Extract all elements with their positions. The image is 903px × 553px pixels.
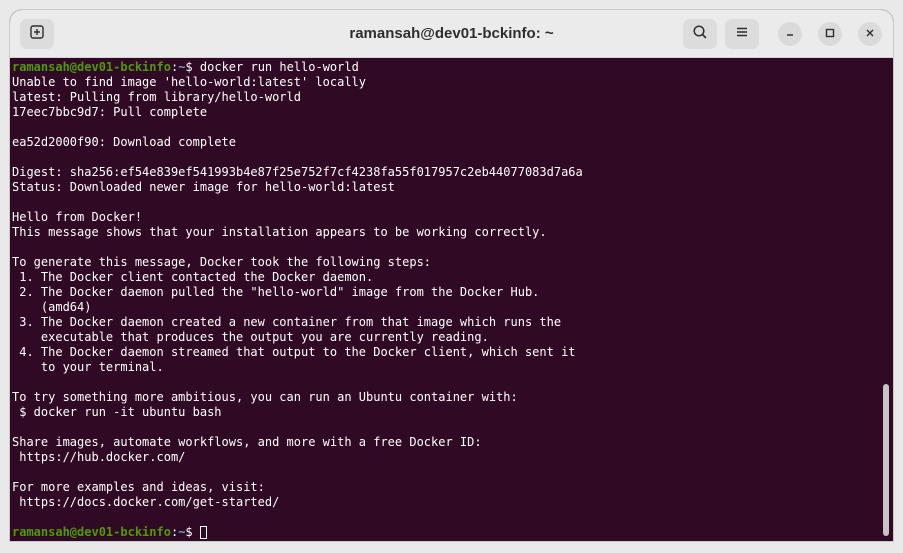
close-icon xyxy=(865,25,875,43)
command-text: docker run hello-world xyxy=(199,60,359,74)
prompt-symbol: $ xyxy=(185,60,193,74)
title-bar[interactable]: ramansah@dev01-bckinfo: ~ xyxy=(10,10,893,58)
command-line: ramansah@dev01-bckinfo:~$ docker run hel… xyxy=(12,60,359,74)
output-line: 17eec7bbc9d7: Pull complete xyxy=(12,105,208,119)
close-button[interactable] xyxy=(858,22,882,46)
maximize-button[interactable] xyxy=(818,22,842,46)
hamburger-menu-icon xyxy=(735,25,749,44)
prompt-user-host: ramansah@dev01-bckinfo xyxy=(12,525,171,539)
terminal-output[interactable]: ramansah@dev01-bckinfo:~$ docker run hel… xyxy=(12,60,883,541)
output-line: Hello from Docker! xyxy=(12,210,143,224)
output-line: to your terminal. xyxy=(12,360,164,374)
maximize-icon xyxy=(825,25,835,43)
output-line: To generate this message, Docker took th… xyxy=(12,255,432,269)
scrollbar-thumb[interactable] xyxy=(883,384,889,536)
output-line: Share images, automate workflows, and mo… xyxy=(12,435,482,449)
output-line: latest: Pulling from library/hello-world xyxy=(12,90,301,104)
output-line: ea52d2000f90: Download complete xyxy=(12,135,236,149)
output-line: https://docs.docker.com/get-started/ xyxy=(12,495,280,509)
active-prompt-line[interactable]: ramansah@dev01-bckinfo:~$ xyxy=(12,525,883,540)
output-line: Digest: sha256:ef54e839ef541993b4e87f25e… xyxy=(12,165,583,179)
output-line: executable that produces the output you … xyxy=(12,330,489,344)
menu-button[interactable] xyxy=(725,19,759,49)
text-cursor xyxy=(199,526,207,539)
output-line: Status: Downloaded newer image for hello… xyxy=(12,180,395,194)
search-button[interactable] xyxy=(683,19,717,49)
output-line: 4. The Docker daemon streamed that outpu… xyxy=(12,345,576,359)
output-lines: Unable to find image 'hello-world:latest… xyxy=(12,75,883,525)
output-line: $ docker run -it ubuntu bash xyxy=(12,405,222,419)
output-line: 1. The Docker client contacted the Docke… xyxy=(12,270,374,284)
output-line: For more examples and ideas, visit: xyxy=(12,480,265,494)
search-icon xyxy=(692,24,708,45)
prompt-symbol: $ xyxy=(185,525,193,539)
window-title: ramansah@dev01-bckinfo: ~ xyxy=(349,25,554,42)
output-line: 2. The Docker daemon pulled the "hello-w… xyxy=(12,285,540,299)
minimize-icon xyxy=(785,25,795,43)
prompt-user-host: ramansah@dev01-bckinfo xyxy=(12,60,171,74)
terminal-window: ramansah@dev01-bckinfo: ~ ramansah@dev01… xyxy=(10,10,893,541)
output-line: (amd64) xyxy=(12,300,92,314)
output-line: This message shows that your installatio… xyxy=(12,225,547,239)
output-line: To try something more ambitious, you can… xyxy=(12,390,518,404)
output-line: 3. The Docker daemon created a new conta… xyxy=(12,315,562,329)
output-line: https://hub.docker.com/ xyxy=(12,450,186,464)
output-line: Unable to find image 'hello-world:latest… xyxy=(12,75,367,89)
minimize-button[interactable] xyxy=(778,22,802,46)
